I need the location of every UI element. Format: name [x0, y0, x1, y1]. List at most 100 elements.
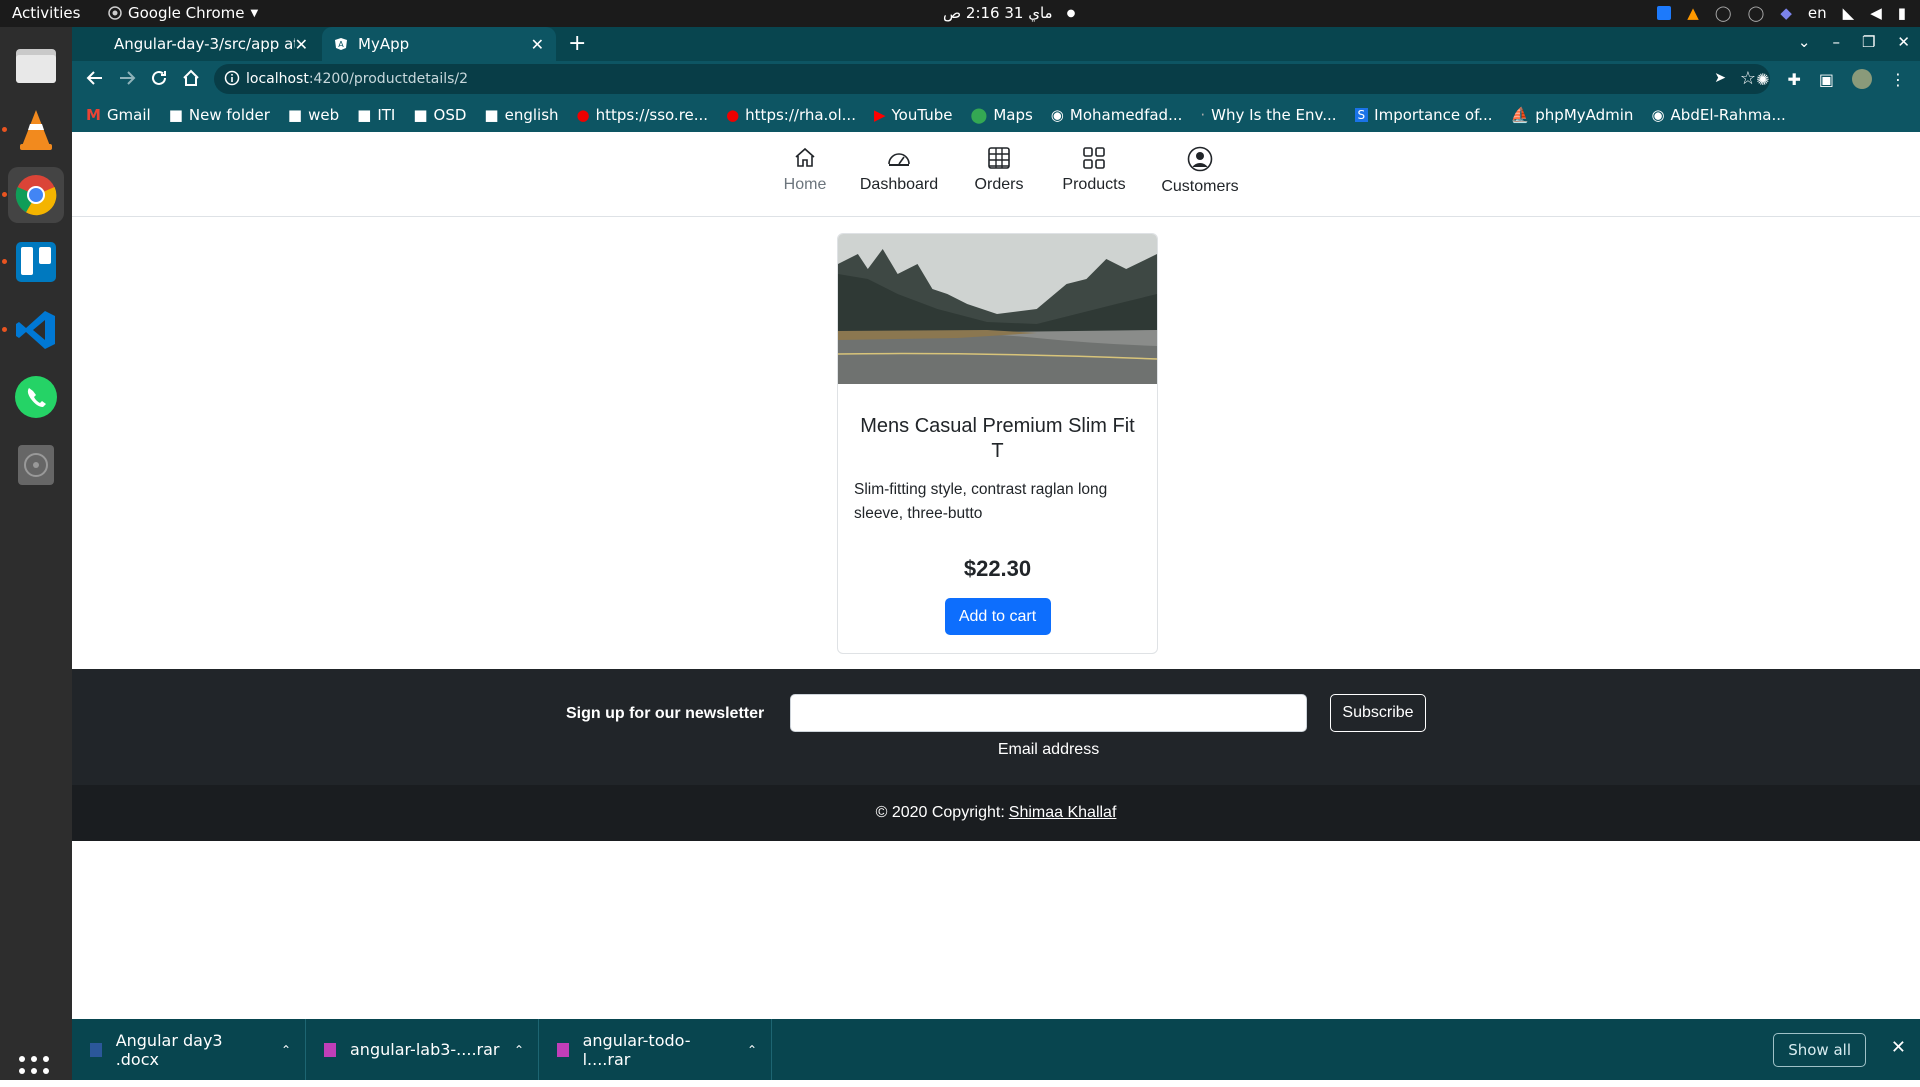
close-window-icon[interactable]: ✕: [1897, 33, 1910, 51]
download-item[interactable]: angular-todo-l....rar ⌃: [539, 1019, 772, 1080]
close-icon[interactable]: ✕: [295, 35, 308, 54]
bookmark-why-env[interactable]: · Why Is the Env...: [1200, 106, 1336, 124]
newsletter-label: Sign up for our newsletter: [566, 705, 765, 722]
chrome-small-icon: [108, 6, 122, 20]
close-icon[interactable]: ✕: [531, 35, 544, 54]
files-launcher[interactable]: [8, 37, 64, 93]
chevron-up-icon[interactable]: ⌃: [747, 1043, 757, 1057]
rar-icon: [557, 1042, 569, 1057]
whatsapp-launcher[interactable]: [8, 369, 64, 425]
bookmark-web[interactable]: ■ web: [288, 106, 339, 124]
address-bar[interactable]: localhost:4200/productdetails/2 ➤ ☆: [214, 64, 1770, 94]
volume-icon[interactable]: ◀: [1870, 4, 1882, 22]
puzzle-icon[interactable]: ✚: [1787, 70, 1800, 89]
menu-icon[interactable]: ⋮: [1890, 70, 1906, 89]
bookmark-iti[interactable]: ■ ITI: [357, 106, 395, 124]
trello-launcher[interactable]: [2, 234, 64, 290]
subscribe-button[interactable]: Subscribe: [1330, 694, 1426, 732]
bookmark-github-abdel[interactable]: ◉ AbdEl-Rahma...: [1651, 106, 1785, 124]
download-filename: Angular day3 .docx: [115, 1030, 223, 1069]
language-indicator[interactable]: en: [1808, 4, 1827, 22]
new-tab-button[interactable]: +: [568, 31, 586, 56]
running-indicator: [2, 192, 7, 197]
gmail-icon: M: [86, 105, 101, 124]
vlc-launcher[interactable]: [2, 102, 64, 158]
trello-tray-icon[interactable]: [1657, 6, 1672, 20]
bookmark-label: https://sso.re...: [595, 105, 709, 124]
running-indicator: [2, 259, 7, 264]
system-tray[interactable]: ▲ ◯ ◯ ◆ en ◣ ◀ ▮: [1657, 4, 1906, 22]
bookmark-importance[interactable]: S Importance of...: [1354, 106, 1493, 124]
bookmark-new-folder[interactable]: ■ New folder: [169, 106, 270, 124]
vscode-launcher[interactable]: [2, 302, 64, 358]
whatsapp-tray-icon-2[interactable]: ◯: [1748, 4, 1765, 22]
chevron-down-icon: ▼: [250, 7, 259, 19]
side-panel-icon[interactable]: ▣: [1819, 70, 1834, 89]
vscode-icon: [16, 311, 55, 349]
bookmark-osd[interactable]: ■ OSD: [413, 106, 466, 124]
chevron-up-icon[interactable]: ⌃: [281, 1043, 291, 1057]
bookmark-label: AbdEl-Rahma...: [1670, 105, 1786, 124]
info-icon[interactable]: [224, 70, 240, 86]
star-icon[interactable]: ☆: [1740, 68, 1756, 89]
home-browser-icon[interactable]: [182, 69, 200, 87]
profile-avatar[interactable]: [1852, 69, 1872, 89]
vlc-tray-icon[interactable]: ▲: [1687, 4, 1699, 22]
teams-tray-icon[interactable]: ◆: [1780, 4, 1792, 22]
download-item[interactable]: Angular day3 .docx ⌃: [72, 1019, 306, 1080]
bookmark-phpmyadmin[interactable]: ⛵ phpMyAdmin: [1511, 106, 1634, 124]
tab-search-icon[interactable]: ⌄: [1798, 33, 1811, 51]
minimize-icon[interactable]: –: [1832, 33, 1840, 51]
clock[interactable]: ماي 31 2:16 ص ●: [943, 4, 1075, 22]
battery-icon[interactable]: ▮: [1898, 4, 1906, 22]
tab-label: MyApp: [358, 35, 410, 53]
chevron-up-icon[interactable]: ⌃: [514, 1043, 524, 1057]
forward-icon[interactable]: [118, 69, 136, 87]
back-icon[interactable]: [86, 69, 104, 87]
email-input[interactable]: [790, 694, 1307, 732]
bookmark-github-mohamed[interactable]: ◉ Mohamedfad...: [1051, 106, 1183, 124]
reload-icon[interactable]: [150, 69, 168, 87]
web-page: Home Dashboard Orders Products Customers: [72, 132, 1920, 1019]
author-link[interactable]: Shimaa Khallaf: [1009, 804, 1117, 822]
nav-customers[interactable]: Customers: [1150, 146, 1250, 196]
folder-icon: ■: [484, 105, 499, 124]
bookmark-label: YouTube: [891, 105, 953, 124]
page-icon: ·: [1200, 105, 1206, 124]
chrome-icon: [15, 175, 57, 216]
bookmark-rha[interactable]: ● https://rha.ol...: [726, 106, 856, 124]
add-to-cart-button[interactable]: Add to cart: [944, 598, 1051, 635]
bookmark-label: Mohamedfad...: [1069, 105, 1183, 124]
send-icon[interactable]: ➤: [1714, 70, 1726, 86]
folder-icon: ■: [168, 105, 183, 124]
tab-angular-repo[interactable]: Angular-day-3/src/app at ✕: [80, 27, 320, 61]
extension-icon[interactable]: ✺: [1756, 70, 1769, 89]
bookmark-sso[interactable]: ● https://sso.re...: [577, 106, 709, 124]
bookmark-label: ITI: [377, 105, 396, 124]
nav-home[interactable]: Home: [775, 146, 835, 194]
close-icon[interactable]: ✕: [1891, 1037, 1906, 1058]
show-apps-button[interactable]: [18, 1055, 50, 1087]
disk-utility-launcher[interactable]: [8, 437, 64, 493]
activities-button[interactable]: Activities: [12, 4, 80, 22]
show-all-button[interactable]: Show all: [1773, 1033, 1866, 1067]
download-item[interactable]: angular-lab3-....rar ⌃: [306, 1019, 539, 1080]
chrome-launcher[interactable]: [2, 167, 64, 223]
app-menu[interactable]: Google Chrome ▼: [108, 4, 258, 22]
nav-products[interactable]: Products: [1049, 146, 1139, 194]
nav-dashboard[interactable]: Dashboard: [849, 146, 949, 194]
bookmark-youtube[interactable]: ▶ YouTube: [874, 106, 953, 124]
s-icon: S: [1354, 107, 1369, 122]
whatsapp-tray-icon[interactable]: ◯: [1715, 4, 1732, 22]
tab-myapp[interactable]: A MyApp ✕: [322, 27, 556, 61]
browser-chrome: Angular-day-3/src/app at ✕ A MyApp ✕ + ⌄…: [72, 27, 1920, 132]
rar-icon: [324, 1042, 336, 1057]
bookmark-english[interactable]: ■ english: [484, 106, 558, 124]
wifi-icon[interactable]: ◣: [1843, 4, 1855, 22]
bookmark-gmail[interactable]: M Gmail: [86, 106, 151, 124]
restore-icon[interactable]: ❐: [1862, 33, 1875, 51]
bookmark-maps[interactable]: ⬤ Maps: [971, 106, 1033, 124]
dock: [0, 27, 72, 1086]
nav-orders[interactable]: Orders: [959, 146, 1039, 194]
bookmark-label: New folder: [188, 105, 270, 124]
